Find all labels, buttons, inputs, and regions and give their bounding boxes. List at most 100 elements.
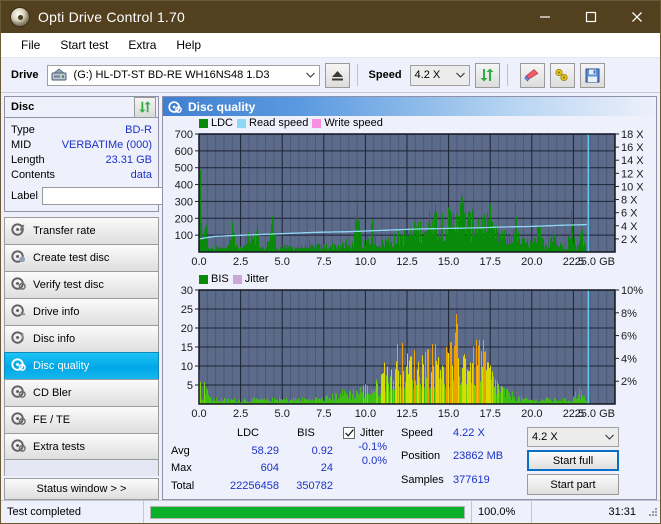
svg-text:20.0: 20.0 [521,256,542,268]
disc-label-label: Label [11,189,38,202]
stats-corner [171,427,217,443]
disc-mid-label: MID [11,138,32,151]
bis-chart-wrap: BIS Jitter 5 10 15 20 25 30 2% 4% 6% 8% 10% 0.0 2.5 5.… [163,272,656,424]
sidebar-item-disc-quality[interactable]: Disc quality [4,352,159,379]
disc-write-icon [11,249,26,267]
sidebar-label: Drive info [33,306,80,318]
test-speed-select[interactable]: 4.2 X [527,427,619,447]
svg-text:15: 15 [181,342,193,354]
sidebar-item-transfer-rate[interactable]: Transfer rate [4,217,159,244]
resize-grip[interactable] [642,506,660,519]
app-icon [10,7,30,27]
disc-info-panel: Disc Type BD-R MID VERBATIMe (000) Lengt… [4,96,251,212]
svg-text:8%: 8% [621,308,637,320]
svg-text:2.5: 2.5 [233,256,248,268]
legend-label: Jitter [244,273,269,285]
close-button[interactable] [614,1,660,33]
sidebar-item-cd-bler[interactable]: CD Bler [4,379,159,406]
drive-select[interactable]: (G:) HL-DT-ST BD-RE WH16NS48 1.D3 [46,64,320,86]
legend-label: LDC [211,117,234,129]
elapsed-time: 31:31 [608,506,636,518]
svg-text:5: 5 [187,380,193,392]
speed-label: Speed [368,69,402,81]
bis-chart[interactable]: 5 10 15 20 25 30 2% 4% 6% 8% 10% 0.0 2.5 5.0 7.5 10.0 12… [163,272,657,424]
disc-panel-title: Disc [11,101,35,113]
svg-text:600: 600 [175,146,193,158]
jitter-max-value: 0.0% [361,455,387,467]
legend-label: Read speed [249,117,309,129]
disc-mid-value: VERBATIMe (000) [61,138,152,151]
svg-text:100: 100 [175,230,193,242]
disc-quality-icon [168,100,182,114]
drive-select-value: (G:) HL-DT-ST BD-RE WH16NS48 1.D3 [73,69,270,81]
svg-text:2%: 2% [621,376,637,388]
sidebar-item-fe-te[interactable]: FE / TE [4,406,159,433]
svg-text:0.0: 0.0 [191,408,206,420]
start-part-button[interactable]: Start part [527,474,619,495]
menu-item-start-test[interactable]: Start test [50,35,118,55]
chevron-down-icon[interactable] [302,66,319,85]
disc-verify-icon [11,276,26,294]
svg-text:15.0: 15.0 [438,256,459,268]
stats-col-ldc: LDC [236,427,259,439]
disc-length-value: 23.31 GB [105,153,152,166]
menu-item-help[interactable]: Help [166,35,211,55]
legend-swatch [232,274,242,284]
svg-text:12.5: 12.5 [396,408,417,420]
tools-button[interactable] [549,62,575,88]
stats-max-ldc: 604 [260,462,279,474]
legend-item: LDC [199,117,233,129]
sidebar-item-create-test-disc[interactable]: Create test disc [4,244,159,271]
svg-text:15.0: 15.0 [438,408,459,420]
svg-text:400: 400 [175,180,193,192]
test-speed-value: 4.2 X [532,431,558,443]
disc-type-label: Type [11,123,35,136]
svg-text:17.5: 17.5 [479,408,500,420]
chevron-down-icon[interactable] [601,428,618,446]
speed-select[interactable]: 4.2 X [409,64,470,86]
sidebar-label: Verify test disc [33,279,104,291]
legend-item: BIS [199,273,229,285]
disc-quality-icon [11,357,26,375]
disc-type-value: BD-R [125,123,152,136]
progress-bar [150,505,465,519]
save-button[interactable] [579,62,605,88]
ldc-chart-wrap: LDC Read speed Write speed 100 200 300 400 500… [163,116,656,272]
disc-bler-icon [11,384,26,402]
maximize-button[interactable] [568,1,614,33]
svg-text:300: 300 [175,196,193,208]
stats-panel: LDC BIS Avg 58.29 0.92 Max 604 24 Total … [163,423,656,499]
panel-header: Disc quality [163,97,656,116]
chevron-down-icon[interactable] [452,66,469,85]
minimize-button[interactable] [522,1,568,33]
svg-text:10.0: 10.0 [355,256,376,268]
page-title: Disc quality [188,99,256,114]
sidebar-item-extra-tests[interactable]: Extra tests [4,433,159,460]
svg-text:10 X: 10 X [621,181,644,193]
disc-refresh-button[interactable] [134,96,156,118]
menu-item-file[interactable]: File [11,35,50,55]
ldc-chart[interactable]: 100 200 300 400 500 600 700 2 X4 X6 X8 X 10 X12 … [163,116,657,272]
eject-button[interactable] [324,62,350,88]
progress-percent: 100.0% [472,501,532,523]
refresh-button[interactable] [474,62,500,88]
error-stats-table: LDC BIS Avg 58.29 0.92 Max 604 24 Total … [171,427,333,495]
menu-item-extra[interactable]: Extra [118,35,166,55]
sidebar-item-drive-info[interactable]: Drive info [4,298,159,325]
disc-row-mid: MID VERBATIMe (000) [11,137,152,152]
stats-max-bis: 24 [320,462,333,474]
svg-text:30: 30 [181,285,193,297]
sidebar-item-disc-info[interactable]: Disc info [4,325,159,352]
progress-cell [144,501,472,523]
sidebar-label: CD Bler [33,387,72,399]
svg-text:7.5: 7.5 [316,256,331,268]
jitter-toggle-row[interactable]: Jitter [343,427,387,439]
jitter-checkbox[interactable] [343,427,355,439]
start-full-button[interactable]: Start full [527,450,619,471]
svg-text:25.0 GB: 25.0 GB [575,408,615,420]
sidebar-label: Transfer rate [33,225,96,237]
erase-button[interactable] [519,62,545,88]
sidebar-item-verify-test-disc[interactable]: Verify test disc [4,271,159,298]
disc-panel-header: Disc [5,96,158,118]
status-window-button[interactable]: Status window > > [4,478,159,500]
